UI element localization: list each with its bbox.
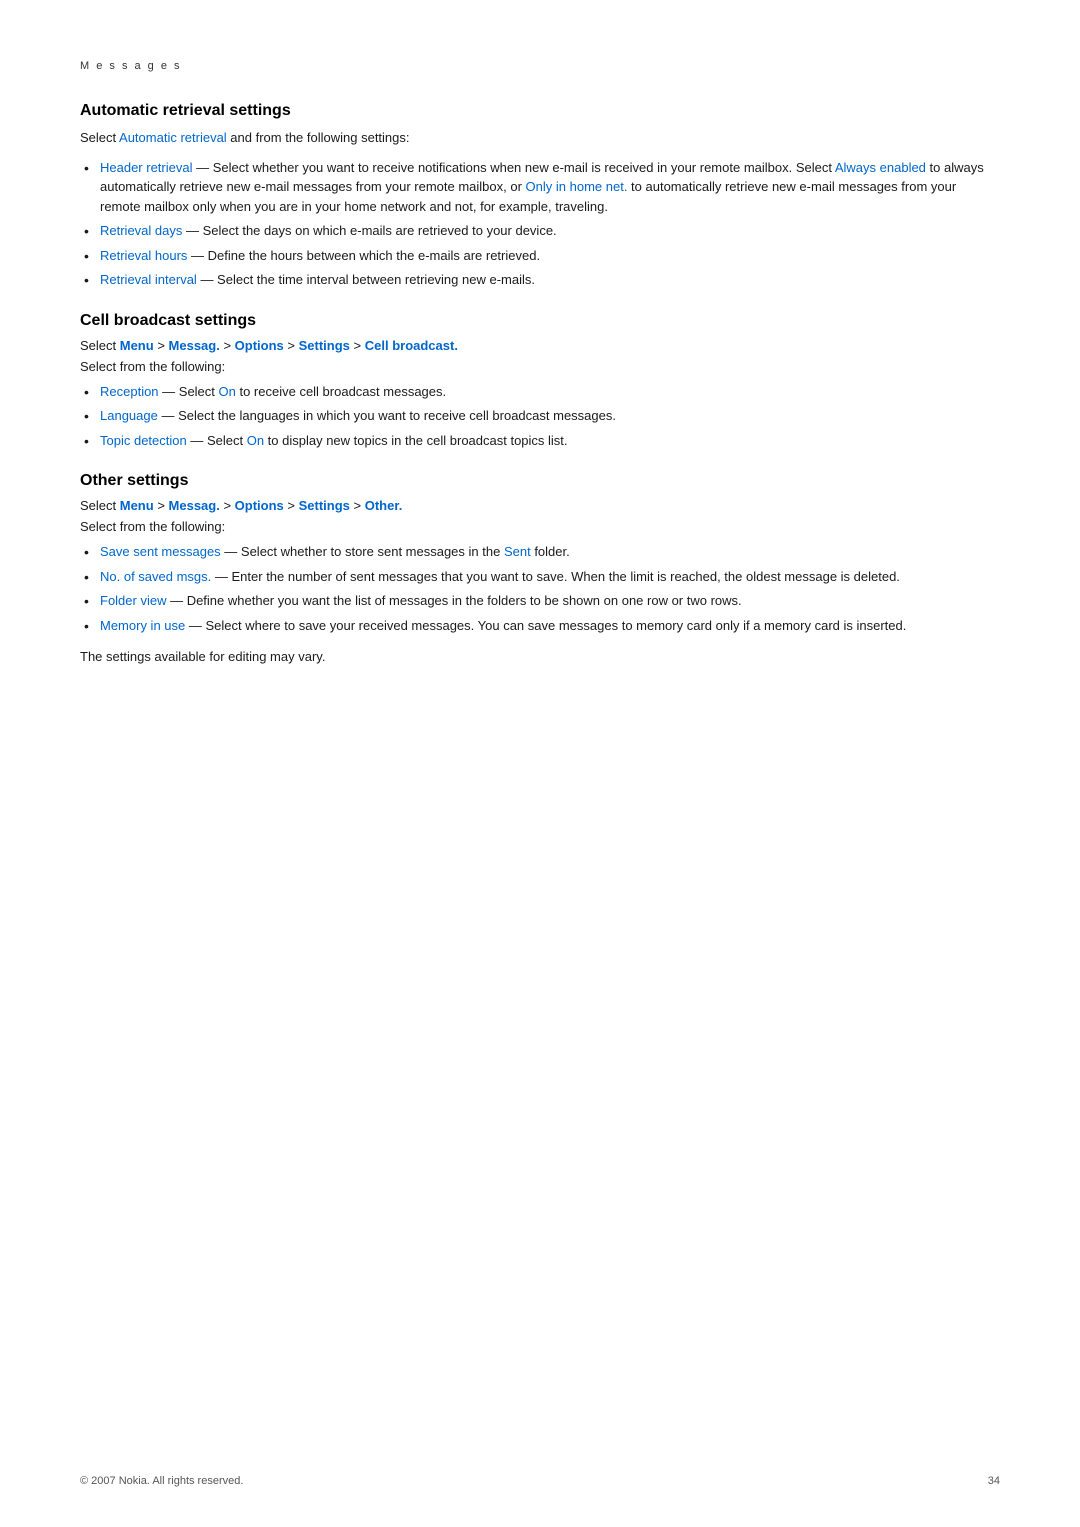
topic-detection-on-link[interactable]: On [247,433,264,448]
folder-view-link[interactable]: Folder view [100,593,166,608]
page-footer: © 2007 Nokia. All rights reserved. 34 [80,1475,1000,1487]
cell-broadcast-list: Reception — Select On to receive cell br… [80,382,1000,451]
retrieval-days-link[interactable]: Retrieval days [100,223,182,238]
retrieval-hours-link[interactable]: Retrieval hours [100,248,187,263]
only-in-home-net-link[interactable]: Only in home net. [526,179,628,194]
list-item: Retrieval interval — Select the time int… [80,270,1000,290]
other-messag-link[interactable]: Messag. [169,498,220,513]
cell-broadcast-nav-link[interactable]: Cell broadcast. [365,338,458,353]
memory-in-use-link[interactable]: Memory in use [100,618,185,633]
sent-folder-link[interactable]: Sent [504,544,531,559]
list-item: Memory in use — Select where to save you… [80,616,1000,636]
other-menu-link[interactable]: Menu [120,498,154,513]
list-item: Retrieval hours — Define the hours betwe… [80,246,1000,266]
closing-note: The settings available for editing may v… [80,647,1000,667]
always-enabled-link[interactable]: Always enabled [835,160,926,175]
list-item: No. of saved msgs. — Enter the number of… [80,567,1000,587]
cell-broadcast-title: Cell broadcast settings [80,312,1000,330]
list-item: Topic detection — Select On to display n… [80,431,1000,451]
other-settings-title: Other settings [80,472,1000,490]
automatic-retrieval-section: Automatic retrieval settings Select Auto… [80,102,1000,290]
cell-broadcast-section: Cell broadcast settings Select Menu > Me… [80,312,1000,451]
automatic-retrieval-intro: Select Automatic retrieval and from the … [80,128,1000,148]
no-saved-msgs-link[interactable]: No. of saved msgs. [100,569,211,584]
automatic-retrieval-title: Automatic retrieval settings [80,102,1000,120]
other-settings-section: Other settings Select Menu > Messag. > O… [80,472,1000,667]
footer-page-number: 34 [988,1475,1000,1487]
list-item: Header retrieval — Select whether you wa… [80,158,1000,217]
list-item: Language — Select the languages in which… [80,406,1000,426]
reception-on-link[interactable]: On [219,384,236,399]
other-settings-link[interactable]: Settings [299,498,350,513]
page-header: M e s s a g e s [80,60,1000,72]
language-link[interactable]: Language [100,408,158,423]
reception-link[interactable]: Reception [100,384,159,399]
list-item: Reception — Select On to receive cell br… [80,382,1000,402]
other-settings-select-label: Select from the following: [80,519,1000,534]
cell-broadcast-nav: Select Menu > Messag. > Options > Settin… [80,338,1000,353]
menu-link[interactable]: Menu [120,338,154,353]
other-settings-list: Save sent messages — Select whether to s… [80,542,1000,635]
automatic-retrieval-link[interactable]: Automatic retrieval [119,130,227,145]
other-options-link[interactable]: Options [235,498,284,513]
topic-detection-link[interactable]: Topic detection [100,433,187,448]
automatic-retrieval-list: Header retrieval — Select whether you wa… [80,158,1000,290]
list-item: Save sent messages — Select whether to s… [80,542,1000,562]
other-settings-nav: Select Menu > Messag. > Options > Settin… [80,498,1000,513]
other-other-link[interactable]: Other. [365,498,403,513]
messag-link[interactable]: Messag. [169,338,220,353]
retrieval-interval-link[interactable]: Retrieval interval [100,272,197,287]
save-sent-messages-link[interactable]: Save sent messages [100,544,221,559]
list-item: Retrieval days — Select the days on whic… [80,221,1000,241]
list-item: Folder view — Define whether you want th… [80,591,1000,611]
settings-link[interactable]: Settings [299,338,350,353]
options-link[interactable]: Options [235,338,284,353]
cell-broadcast-select-label: Select from the following: [80,359,1000,374]
header-retrieval-link[interactable]: Header retrieval [100,160,193,175]
footer-copyright: © 2007 Nokia. All rights reserved. [80,1475,243,1487]
